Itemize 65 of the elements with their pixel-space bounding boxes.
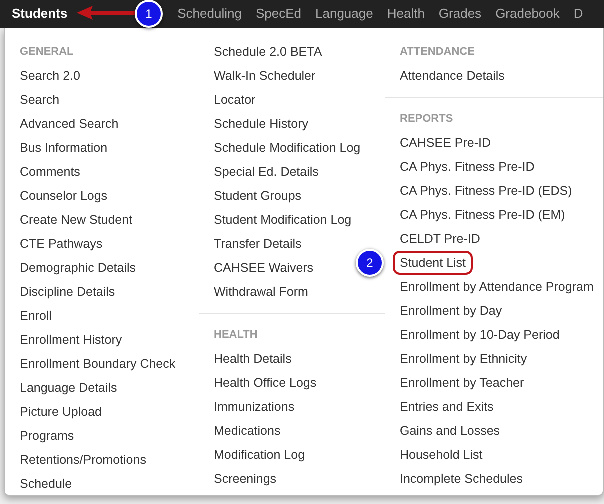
menu-item[interactable]: Programs xyxy=(13,424,82,448)
nav-tab[interactable]: Health xyxy=(380,1,432,27)
menu-item[interactable]: Create New Student xyxy=(13,208,140,232)
menu-item[interactable]: Attendance Details xyxy=(393,64,512,88)
menu-item[interactable]: Household List xyxy=(393,443,490,467)
menu-item[interactable]: Withdrawal Form xyxy=(207,280,316,304)
menu-item[interactable]: Advanced Search xyxy=(13,112,126,136)
nav-tab[interactable]: Grades xyxy=(432,1,489,27)
menu-item[interactable]: Schedule History xyxy=(207,112,316,136)
menu-item[interactable]: Transfer Details xyxy=(207,232,309,256)
menu-item[interactable]: Enrollment Boundary Check xyxy=(13,352,183,376)
menu-item[interactable]: Enrollment History xyxy=(13,328,130,352)
menu-item[interactable]: CA Phys. Fitness Pre-ID (EM) xyxy=(393,203,572,227)
nav-tab[interactable]: Language xyxy=(308,1,380,27)
menu-item[interactable]: Special Ed. Details xyxy=(207,160,326,184)
menu-item[interactable]: Counselor Logs xyxy=(13,184,115,208)
menu-item[interactable]: Enroll xyxy=(13,304,59,328)
menu-item[interactable]: Retentions/Promotions xyxy=(13,448,154,472)
menu-item[interactable]: Enrollment by Ethnicity xyxy=(393,347,534,371)
menu-item[interactable]: Entries and Exits xyxy=(393,395,501,419)
menu-item[interactable]: Schedule Modification Log xyxy=(207,136,368,160)
menu-item[interactable]: Student Groups xyxy=(207,184,309,208)
menu-item[interactable]: Student List xyxy=(393,251,474,275)
nav-tab[interactable]: Gradebook xyxy=(488,1,567,27)
menu-item[interactable]: Search 2.0 xyxy=(13,64,88,88)
menu-item[interactable]: Incomplete Schedules xyxy=(393,467,530,491)
callout-marker: 2 xyxy=(356,249,384,277)
menu-item[interactable]: Locator xyxy=(207,88,263,112)
menu-item[interactable]: Screenings xyxy=(207,467,284,491)
menu-item[interactable]: CAHSEE Waivers xyxy=(207,256,321,280)
menu-item[interactable]: Gains and Losses xyxy=(393,419,508,443)
menu-item[interactable]: CTE Pathways xyxy=(13,232,110,256)
section-header: ATTENDANCE xyxy=(400,45,476,60)
menu-item[interactable]: Walk-In Scheduler xyxy=(207,64,323,88)
nav-tab[interactable]: SpecEd xyxy=(248,1,308,27)
menu-item[interactable]: Medications xyxy=(207,419,288,443)
menu-item[interactable]: Search xyxy=(13,88,67,112)
menu-item[interactable]: CELDT Pre-ID xyxy=(393,227,488,251)
menu-item[interactable]: Comments xyxy=(13,160,88,184)
menu-item[interactable]: Picture Upload xyxy=(13,400,109,424)
section-header: GENERAL xyxy=(20,45,75,60)
menu-item[interactable]: Schedule xyxy=(13,472,80,496)
nav-tab[interactable]: Students xyxy=(12,1,75,27)
callout-marker: 1 xyxy=(135,0,163,28)
menu-item[interactable]: CA Phys. Fitness Pre-ID (EDS) xyxy=(393,179,580,203)
menu-item[interactable]: Discipline Details xyxy=(13,280,122,304)
menu-item[interactable]: Demographic Details xyxy=(13,256,144,280)
menu-item[interactable]: Student Modification Log xyxy=(207,208,359,232)
section-header: REPORTS xyxy=(400,112,454,127)
menu-item[interactable]: Enrollment by Day xyxy=(393,299,510,323)
nav-tab[interactable]: D xyxy=(566,1,590,27)
menu-item[interactable]: Language Details xyxy=(13,376,124,400)
menu-item[interactable]: Enrollment by 10-Day Period xyxy=(393,323,567,347)
menu-item[interactable]: Enrollment by Teacher xyxy=(393,371,532,395)
menu-item[interactable]: Modification Log xyxy=(207,443,312,467)
menu-item[interactable]: Enrollment by Attendance Program xyxy=(393,275,601,299)
menu-item[interactable]: Health Details xyxy=(207,347,299,371)
menu-item[interactable]: Schedule 2.0 BETA xyxy=(207,40,330,64)
nav-tab[interactable]: Scheduling xyxy=(170,1,249,27)
menu-item[interactable]: CAHSEE Pre-ID xyxy=(393,131,498,155)
menu-item[interactable]: Immunizations xyxy=(207,395,302,419)
menu-item[interactable]: CA Phys. Fitness Pre-ID xyxy=(393,155,542,179)
section-header: HEALTH xyxy=(214,328,259,343)
menu-item[interactable]: Bus Information xyxy=(13,136,115,160)
menu-item[interactable]: Health Office Logs xyxy=(207,371,324,395)
